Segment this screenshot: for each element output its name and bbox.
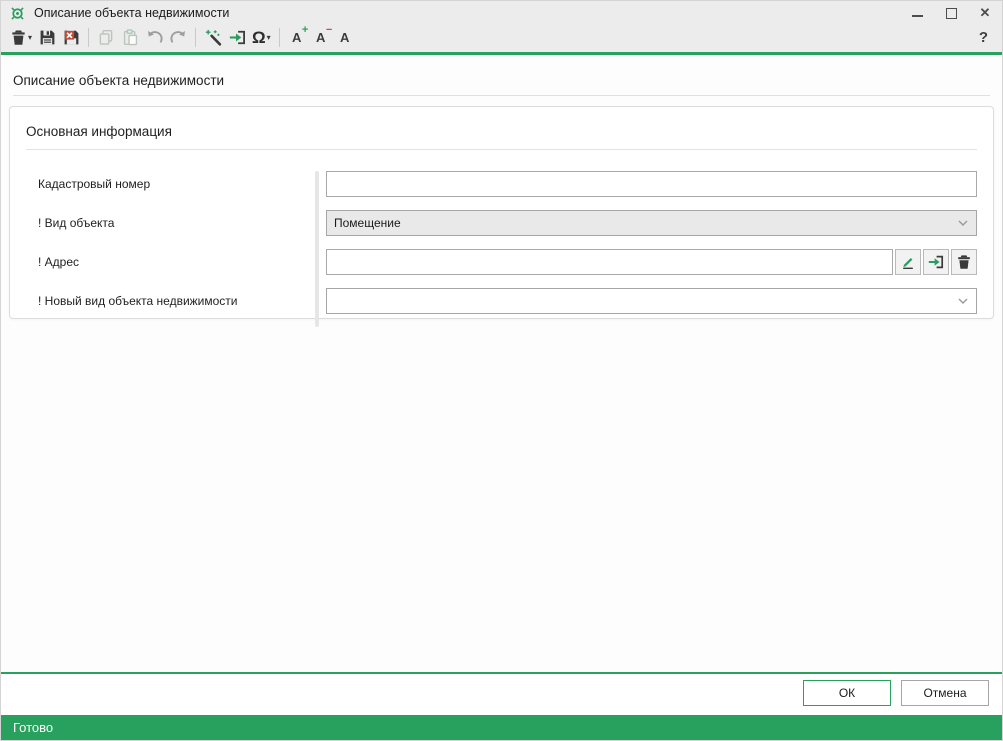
new-object-kind-label-row: ! Новый вид объекта недвижимости bbox=[26, 288, 315, 314]
save-button[interactable] bbox=[35, 26, 59, 49]
save-icon bbox=[39, 29, 56, 46]
new-object-kind-label: ! Новый вид объекта недвижимости bbox=[38, 294, 238, 308]
address-delete-button[interactable] bbox=[951, 249, 977, 275]
toolbar-separator bbox=[88, 28, 89, 47]
omega-dropdown-caret: ▾ bbox=[267, 33, 271, 42]
form-labels-column: Кадастровый номер ! Вид объекта ! Адрес … bbox=[26, 171, 315, 327]
panel-divider bbox=[26, 149, 977, 150]
address-label: ! Адрес bbox=[38, 255, 79, 269]
magic-wand-icon bbox=[205, 29, 222, 46]
geo-point-icon bbox=[9, 5, 26, 22]
toolbar-separator bbox=[195, 28, 196, 47]
edit-pencil-icon bbox=[900, 254, 916, 270]
title-bar: Описание объекта недвижимости ✕ bbox=[1, 1, 1002, 25]
cancel-button[interactable]: Отмена bbox=[901, 680, 989, 706]
minimize-button[interactable] bbox=[900, 1, 934, 25]
object-kind-label-row: ! Вид объекта bbox=[26, 210, 315, 236]
paste-button[interactable] bbox=[118, 26, 142, 49]
omega-icon: Ω bbox=[252, 29, 266, 46]
delete-dropdown-caret: ▾ bbox=[28, 33, 32, 42]
object-kind-value: Помещение bbox=[334, 216, 958, 230]
font-reset-button[interactable]: A bbox=[333, 26, 357, 49]
cadastral-number-field-row bbox=[326, 171, 977, 197]
maximize-icon bbox=[946, 8, 957, 19]
redo-icon bbox=[170, 29, 187, 46]
save-error-icon bbox=[63, 29, 80, 46]
ok-button[interactable]: ОК bbox=[803, 680, 891, 706]
cadastral-number-input[interactable] bbox=[326, 171, 977, 197]
copy-icon bbox=[98, 29, 115, 46]
address-label-row: ! Адрес bbox=[26, 249, 315, 275]
page-divider bbox=[13, 95, 990, 96]
font-reset-icon: A bbox=[340, 31, 349, 44]
close-button[interactable]: ✕ bbox=[968, 1, 1002, 25]
object-kind-field-row: Помещение bbox=[326, 210, 977, 236]
toolbar-separator bbox=[279, 28, 280, 47]
window-title: Описание объекта недвижимости bbox=[34, 6, 229, 20]
form: Кадастровый номер ! Вид объекта ! Адрес … bbox=[26, 171, 977, 327]
undo-button[interactable] bbox=[142, 26, 166, 49]
object-kind-label: ! Вид объекта bbox=[38, 216, 114, 230]
delete-button[interactable]: ▾ bbox=[7, 26, 35, 49]
save-close-button[interactable] bbox=[59, 26, 83, 49]
import-button[interactable] bbox=[225, 26, 249, 49]
undo-icon bbox=[146, 29, 163, 46]
main-info-panel: Основная информация Кадастровый номер ! … bbox=[9, 106, 994, 319]
help-button[interactable]: ? bbox=[971, 29, 996, 46]
font-increase-button[interactable]: A+ bbox=[285, 26, 309, 49]
footer-buttons: ОК Отмена bbox=[1, 674, 1002, 715]
new-object-kind-dropdown[interactable] bbox=[326, 288, 977, 314]
page-title: Описание объекта недвижимости bbox=[13, 73, 990, 88]
paste-icon bbox=[122, 29, 139, 46]
status-bar: Готово bbox=[1, 715, 1002, 740]
magic-wand-button[interactable] bbox=[201, 26, 225, 49]
import-icon bbox=[229, 29, 246, 46]
copy-button[interactable] bbox=[94, 26, 118, 49]
toolbar: ▾ bbox=[1, 25, 1002, 52]
delete-icon bbox=[10, 29, 27, 46]
window-controls: ✕ bbox=[900, 1, 1002, 25]
redo-button[interactable] bbox=[166, 26, 190, 49]
form-fields-column: Помещение bbox=[326, 171, 977, 327]
cadastral-number-label-row: Кадастровый номер bbox=[26, 171, 315, 197]
app-window: Описание объекта недвижимости ✕ ▾ bbox=[0, 0, 1003, 741]
new-object-kind-field-row bbox=[326, 288, 977, 314]
address-edit-button[interactable] bbox=[895, 249, 921, 275]
omega-button[interactable]: Ω ▾ bbox=[249, 26, 274, 49]
cadastral-number-label: Кадастровый номер bbox=[38, 177, 150, 191]
form-column-divider bbox=[315, 171, 319, 327]
object-kind-dropdown[interactable]: Помещение bbox=[326, 210, 977, 236]
address-input[interactable] bbox=[326, 249, 893, 275]
trash-icon bbox=[956, 254, 972, 270]
main-content: Описание объекта недвижимости Основная и… bbox=[1, 55, 1002, 672]
address-field-row bbox=[326, 249, 977, 275]
font-decrease-icon: A− bbox=[316, 31, 325, 44]
chevron-down-icon bbox=[958, 220, 968, 226]
close-icon: ✕ bbox=[980, 5, 991, 21]
minimize-icon bbox=[912, 15, 923, 17]
pick-from-list-icon bbox=[928, 254, 944, 270]
maximize-button[interactable] bbox=[934, 1, 968, 25]
address-pick-button[interactable] bbox=[923, 249, 949, 275]
panel-title: Основная информация bbox=[26, 124, 977, 139]
chevron-down-icon bbox=[958, 298, 968, 304]
font-increase-icon: A+ bbox=[292, 31, 301, 44]
font-decrease-button[interactable]: A− bbox=[309, 26, 333, 49]
status-text: Готово bbox=[13, 720, 53, 735]
